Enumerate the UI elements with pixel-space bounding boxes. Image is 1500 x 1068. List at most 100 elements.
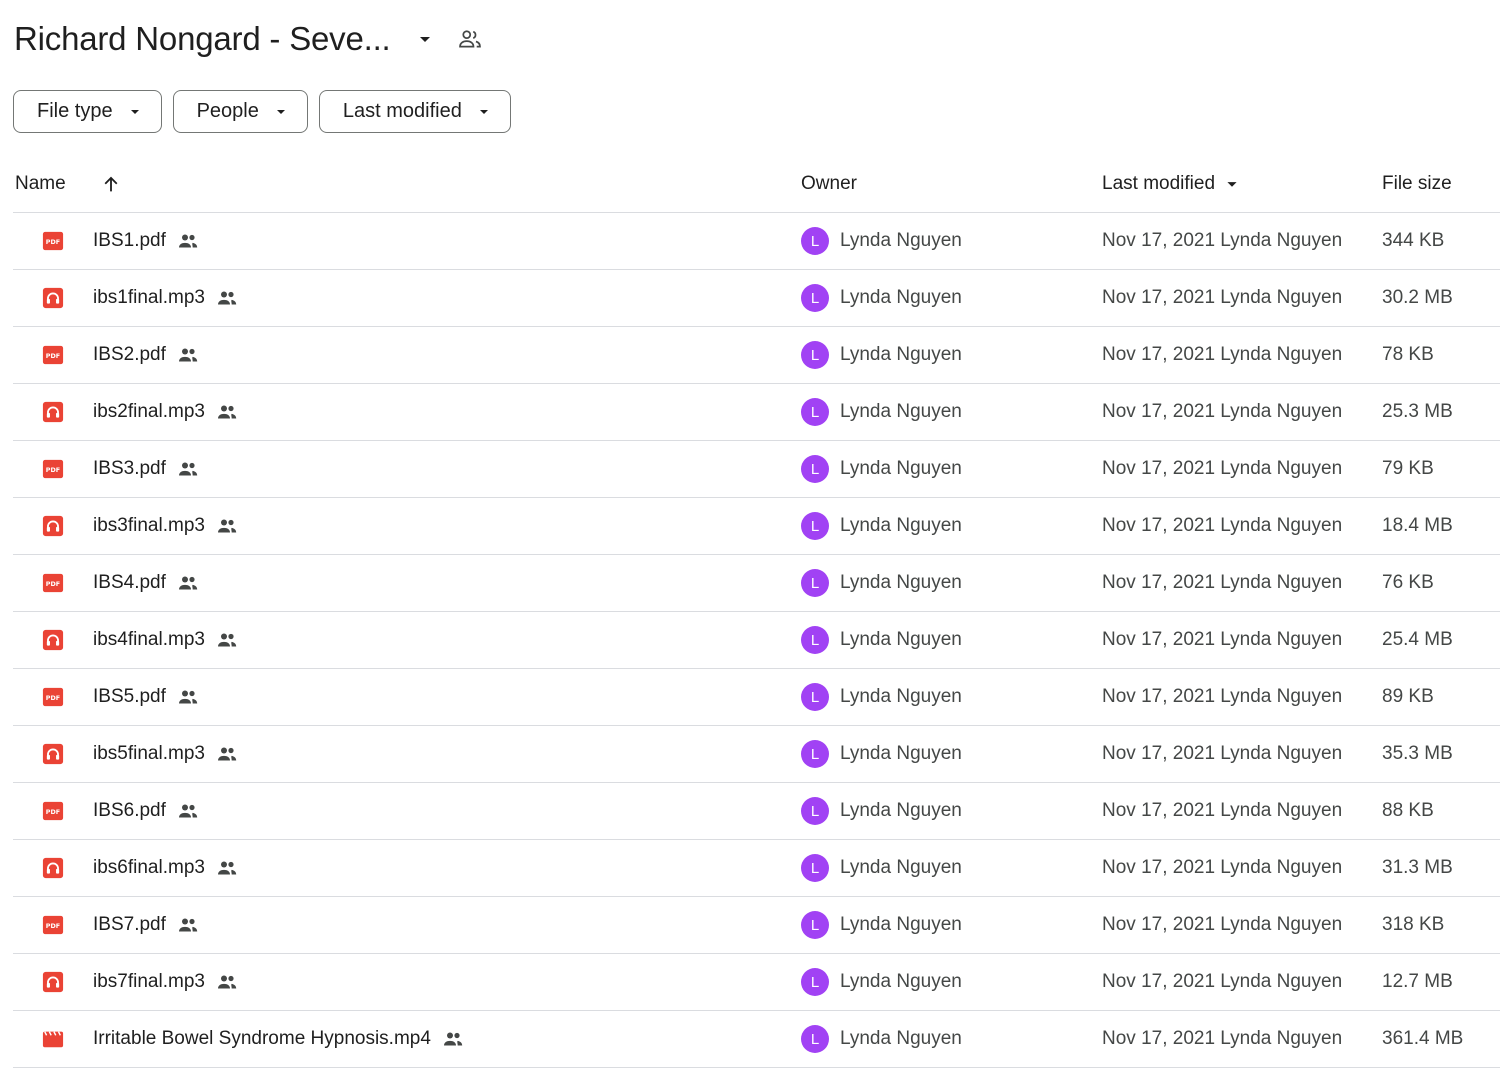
file-name-cell[interactable]: ibs5final.mp3: [93, 726, 239, 782]
owner-name: Lynda Nguyen: [840, 800, 962, 821]
last-modified-cell: Nov 17, 2021 Lynda Nguyen: [1102, 458, 1343, 479]
file-name-cell[interactable]: ibs2final.mp3: [93, 384, 239, 440]
file-size-cell: 18.4 MB: [1382, 515, 1453, 536]
avatar[interactable]: L: [801, 797, 829, 825]
svg-text:PDF: PDF: [46, 238, 60, 246]
table-row[interactable]: PDF IBS2.pdf L Lynda Nguyen Nov 17, 2021 Lyn…: [13, 327, 1500, 384]
svg-text:PDF: PDF: [46, 694, 60, 702]
file-name-cell[interactable]: IBS5.pdf: [93, 669, 200, 725]
file-name[interactable]: ibs7final.mp3: [93, 971, 205, 993]
folder-menu-dropdown-icon[interactable]: [413, 27, 437, 51]
avatar[interactable]: L: [801, 227, 829, 255]
file-name[interactable]: IBS3.pdf: [93, 458, 166, 480]
table-row[interactable]: ibs3final.mp3 L Lynda Nguyen Nov 17, 2021 L…: [13, 498, 1500, 555]
avatar[interactable]: L: [801, 854, 829, 882]
file-type-filter-chip[interactable]: File type: [13, 90, 162, 133]
name-column-header[interactable]: Name: [15, 156, 66, 212]
avatar[interactable]: L: [801, 683, 829, 711]
table-row[interactable]: ibs1final.mp3 L Lynda Nguyen Nov 17, 2021 L…: [13, 270, 1500, 327]
avatar[interactable]: L: [801, 911, 829, 939]
file-name[interactable]: IBS4.pdf: [93, 572, 166, 594]
table-row[interactable]: PDF IBS3.pdf L Lynda Nguyen Nov 17, 2021 Lyn…: [13, 441, 1500, 498]
shared-folder-people-icon[interactable]: [455, 24, 485, 54]
avatar[interactable]: L: [801, 512, 829, 540]
file-name[interactable]: IBS2.pdf: [93, 344, 166, 366]
table-header: Name Owner Last modified File size: [13, 156, 1500, 213]
title-row: Richard Nongard - Seve...: [14, 14, 485, 64]
shared-people-icon: [176, 799, 200, 823]
file-size-cell: 78 KB: [1382, 344, 1434, 365]
last-modified-cell: Nov 17, 2021 Lynda Nguyen: [1102, 857, 1343, 878]
last-modified-cell: Nov 17, 2021 Lynda Nguyen: [1102, 914, 1343, 935]
file-name[interactable]: ibs2final.mp3: [93, 401, 205, 423]
avatar[interactable]: L: [801, 1025, 829, 1053]
table-row[interactable]: ibs7final.mp3 L Lynda Nguyen Nov 17, 2021 L…: [13, 954, 1500, 1011]
owner-cell: L Lynda Nguyen: [801, 897, 962, 953]
avatar[interactable]: L: [801, 455, 829, 483]
file-name-cell[interactable]: IBS3.pdf: [93, 441, 200, 497]
shared-people-icon: [215, 286, 239, 310]
file-name-cell[interactable]: ibs4final.mp3: [93, 612, 239, 668]
avatar[interactable]: L: [801, 740, 829, 768]
folder-title[interactable]: Richard Nongard - Seve...: [14, 20, 391, 58]
table-row[interactable]: ibs4final.mp3 L Lynda Nguyen Nov 17, 2021 L…: [13, 612, 1500, 669]
last-modified-filter-chip[interactable]: Last modified: [318, 90, 511, 133]
file-type-cell: [41, 1011, 65, 1067]
table-row[interactable]: Irritable Bowel Syndrome Hypnosis.mp4 L Ly…: [13, 1011, 1500, 1068]
file-size-column-header[interactable]: File size: [1382, 156, 1452, 212]
table-row[interactable]: ibs6final.mp3 L Lynda Nguyen Nov 17, 2021 L…: [13, 840, 1500, 897]
file-name-cell[interactable]: ibs7final.mp3: [93, 954, 239, 1010]
owner-column-header[interactable]: Owner: [801, 156, 857, 212]
shared-people-icon: [215, 628, 239, 652]
file-name-cell[interactable]: ibs3final.mp3: [93, 498, 239, 554]
table-row[interactable]: PDF IBS5.pdf L Lynda Nguyen Nov 17, 2021 Lyn…: [13, 669, 1500, 726]
people-filter-label: People: [196, 100, 259, 122]
last-modified-cell: Nov 17, 2021 Lynda Nguyen: [1102, 800, 1343, 821]
file-name-cell[interactable]: IBS7.pdf: [93, 897, 200, 953]
avatar[interactable]: L: [801, 341, 829, 369]
avatar[interactable]: L: [801, 626, 829, 654]
avatar[interactable]: L: [801, 398, 829, 426]
file-name-cell[interactable]: IBS1.pdf: [93, 213, 200, 269]
file-name[interactable]: IBS5.pdf: [93, 686, 166, 708]
file-type-filter-label: File type: [37, 100, 113, 122]
table-row[interactable]: PDF IBS6.pdf L Lynda Nguyen Nov 17, 2021 Lyn…: [13, 783, 1500, 840]
table-row[interactable]: ibs5final.mp3 L Lynda Nguyen Nov 17, 2021 L…: [13, 726, 1500, 783]
avatar[interactable]: L: [801, 569, 829, 597]
table-row[interactable]: ibs2final.mp3 L Lynda Nguyen Nov 17, 2021 L…: [13, 384, 1500, 441]
table-row[interactable]: PDF IBS7.pdf L Lynda Nguyen Nov 17, 2021 Lyn…: [13, 897, 1500, 954]
chevron-down-icon: [273, 104, 289, 120]
file-size-cell: 30.2 MB: [1382, 287, 1453, 308]
file-name-cell[interactable]: IBS2.pdf: [93, 327, 200, 383]
last-modified-column-header[interactable]: Last modified: [1102, 156, 1243, 212]
sort-ascending-arrow-icon[interactable]: [99, 156, 123, 212]
avatar[interactable]: L: [801, 968, 829, 996]
avatar[interactable]: L: [801, 284, 829, 312]
file-name-cell[interactable]: IBS4.pdf: [93, 555, 200, 611]
file-name-cell[interactable]: ibs1final.mp3: [93, 270, 239, 326]
table-row[interactable]: PDF IBS1.pdf L Lynda Nguyen Nov 17, 2021 Lyn…: [13, 213, 1500, 270]
file-name[interactable]: IBS7.pdf: [93, 914, 166, 936]
last-modified-cell: Nov 17, 2021 Lynda Nguyen: [1102, 515, 1343, 536]
file-name[interactable]: ibs3final.mp3: [93, 515, 205, 537]
file-name[interactable]: ibs4final.mp3: [93, 629, 205, 651]
file-name-cell[interactable]: ibs6final.mp3: [93, 840, 239, 896]
file-name[interactable]: Irritable Bowel Syndrome Hypnosis.mp4: [93, 1028, 431, 1050]
last-modified-filter-label: Last modified: [342, 100, 462, 122]
audio-file-icon: [42, 857, 64, 879]
owner-name: Lynda Nguyen: [840, 686, 962, 707]
file-name-cell[interactable]: IBS6.pdf: [93, 783, 200, 839]
owner-cell: L Lynda Nguyen: [801, 1011, 962, 1067]
people-filter-chip[interactable]: People: [172, 90, 308, 133]
file-size-cell: 31.3 MB: [1382, 857, 1453, 878]
shared-people-icon: [215, 514, 239, 538]
file-name[interactable]: IBS6.pdf: [93, 800, 166, 822]
file-name[interactable]: ibs1final.mp3: [93, 287, 205, 309]
file-name[interactable]: IBS1.pdf: [93, 230, 166, 252]
chevron-down-icon: [127, 104, 143, 120]
file-name[interactable]: ibs6final.mp3: [93, 857, 205, 879]
owner-cell: L Lynda Nguyen: [801, 498, 962, 554]
file-name[interactable]: ibs5final.mp3: [93, 743, 205, 765]
table-row[interactable]: PDF IBS4.pdf L Lynda Nguyen Nov 17, 2021 Lyn…: [13, 555, 1500, 612]
file-name-cell[interactable]: Irritable Bowel Syndrome Hypnosis.mp4: [93, 1011, 465, 1067]
